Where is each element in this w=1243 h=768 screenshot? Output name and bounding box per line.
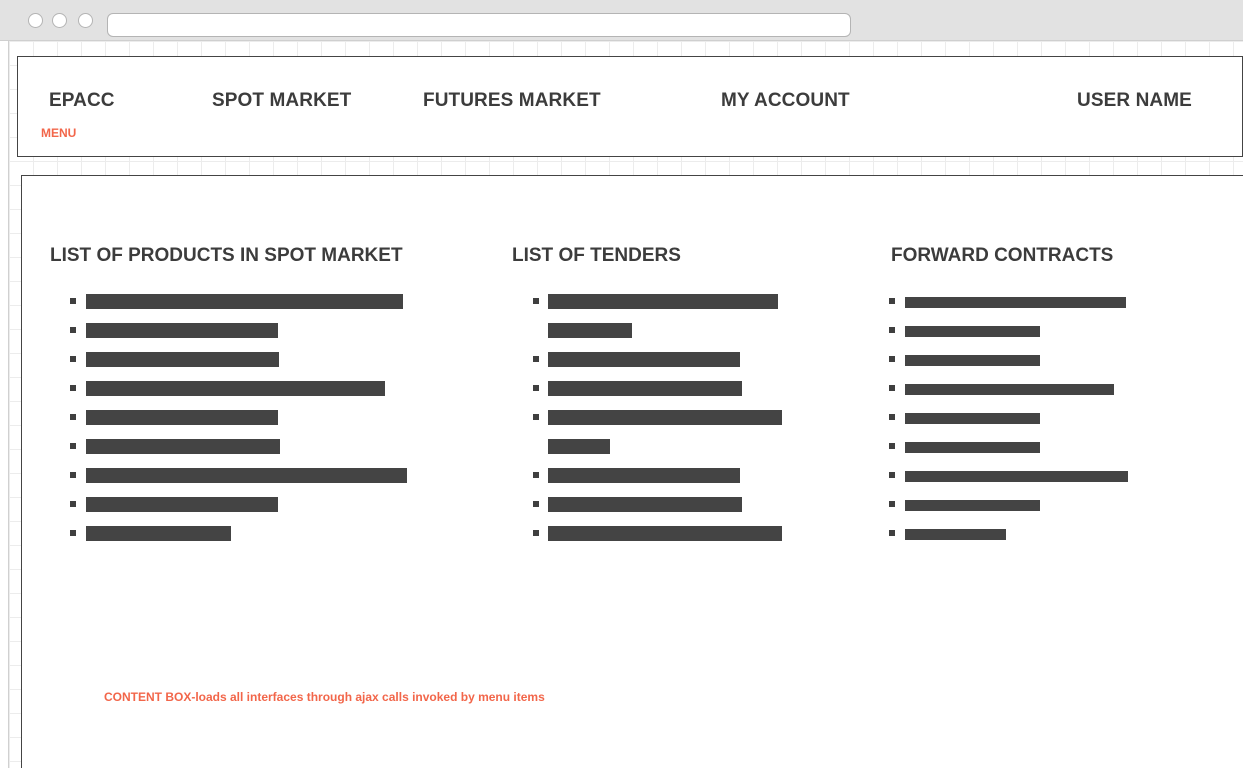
nav-futures-market[interactable]: FUTURES MARKET [423,90,601,112]
list-bullet-icon [70,530,76,536]
list-bullet-icon [70,443,76,449]
list-item-forward-contract[interactable] [905,471,1128,482]
list-item-spot-product[interactable] [86,468,407,483]
list-item-spot-product[interactable] [86,352,279,367]
list-bullet-icon [889,501,895,507]
list-item-spot-product[interactable] [86,294,403,309]
window-maximize-icon[interactable] [78,13,93,28]
column-title-tenders: LIST OF TENDERS [512,245,681,266]
content-annotation: CONTENT BOX-loads all interfaces through… [104,690,545,704]
window-close-icon[interactable] [28,13,43,28]
brand-logo[interactable]: EPACC [49,90,115,112]
list-item-tender[interactable] [548,468,740,483]
list-item-tender[interactable] [548,381,742,396]
list-item-tender[interactable] [548,352,740,367]
list-item-tender[interactable] [548,410,782,425]
list-item-forward-contract[interactable] [905,326,1040,337]
list-item-tender[interactable] [548,294,778,309]
list-item-tender[interactable] [548,439,610,454]
list-item-tender[interactable] [548,497,742,512]
window-minimize-icon[interactable] [52,13,67,28]
list-item-tender[interactable] [548,526,782,541]
user-name[interactable]: USER NAME [1077,90,1192,112]
list-item-tender[interactable] [548,323,632,338]
list-bullet-icon [533,298,539,304]
list-item-spot-product[interactable] [86,410,278,425]
list-bullet-icon [70,385,76,391]
browser-chrome [0,0,1243,41]
list-item-spot-product[interactable] [86,497,278,512]
list-item-forward-contract[interactable] [905,413,1040,424]
list-item-spot-product[interactable] [86,439,280,454]
list-bullet-icon [533,472,539,478]
list-bullet-icon [889,530,895,536]
list-bullet-icon [533,501,539,507]
list-item-spot-product[interactable] [86,323,278,338]
list-bullet-icon [889,472,895,478]
menu-box [17,56,1243,157]
list-bullet-icon [889,356,895,362]
list-bullet-icon [70,501,76,507]
list-bullet-icon [70,298,76,304]
list-item-forward-contract[interactable] [905,297,1126,308]
list-bullet-icon [533,414,539,420]
list-bullet-icon [70,414,76,420]
list-bullet-icon [70,327,76,333]
list-item-forward-contract[interactable] [905,355,1040,366]
list-item-forward-contract[interactable] [905,500,1040,511]
list-bullet-icon [889,443,895,449]
nav-spot-market[interactable]: SPOT MARKET [212,90,351,112]
list-bullet-icon [70,472,76,478]
address-bar[interactable] [107,13,851,37]
list-item-spot-product[interactable] [86,381,385,396]
nav-my-account[interactable]: MY ACCOUNT [721,90,850,112]
list-bullet-icon [889,385,895,391]
list-item-forward-contract[interactable] [905,384,1114,395]
list-bullet-icon [533,530,539,536]
column-title-forward-contracts: FORWARD CONTRACTS [891,245,1114,266]
list-item-spot-product[interactable] [86,526,231,541]
list-bullet-icon [533,385,539,391]
list-bullet-icon [533,356,539,362]
menu-annotation: MENU [41,126,77,140]
list-item-forward-contract[interactable] [905,529,1006,540]
list-bullet-icon [889,414,895,420]
list-bullet-icon [70,356,76,362]
column-title-spot-products: LIST OF PRODUCTS IN SPOT MARKET [50,245,403,266]
list-bullet-icon [889,327,895,333]
list-bullet-icon [889,298,895,304]
list-item-forward-contract[interactable] [905,442,1040,453]
